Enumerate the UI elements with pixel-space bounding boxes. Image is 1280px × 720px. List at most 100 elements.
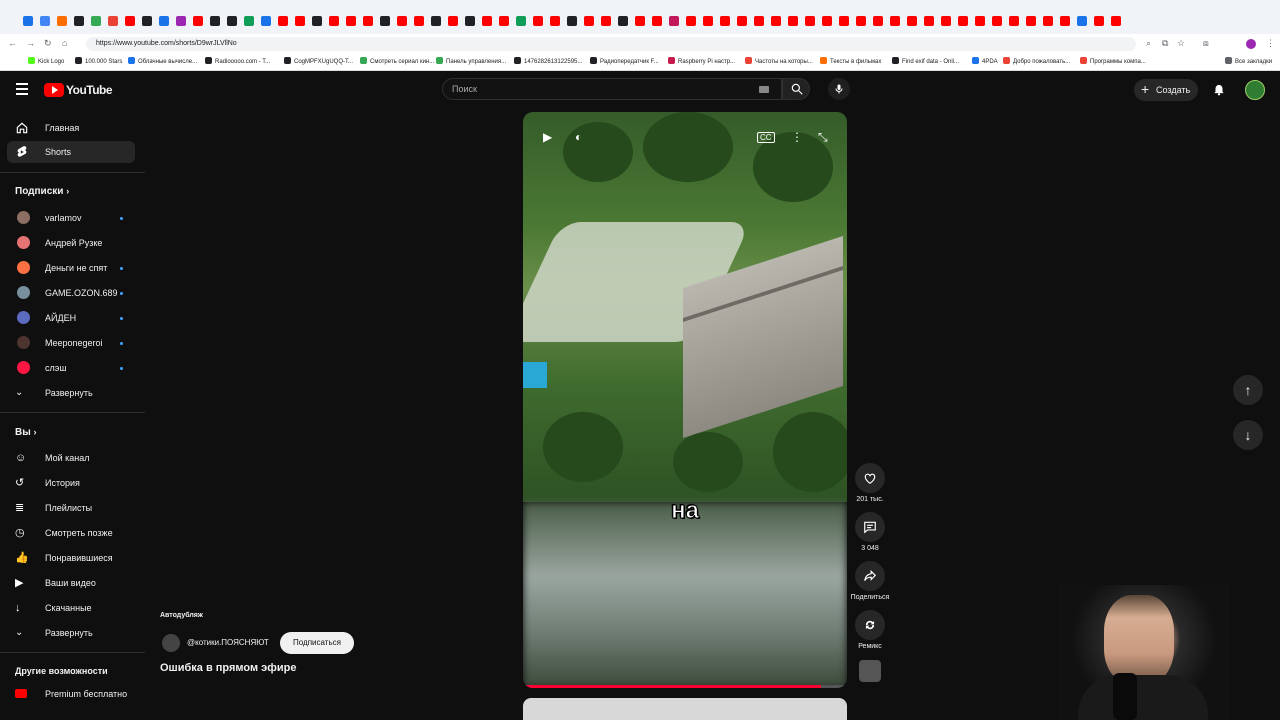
- extensions-icon[interactable]: ⧈: [1203, 38, 1209, 49]
- browser-tab-favicon[interactable]: [788, 16, 798, 26]
- youtube-logo[interactable]: YouTube: [44, 83, 113, 97]
- create-button[interactable]: + Создать: [1134, 79, 1198, 101]
- install-icon[interactable]: ⧉: [1162, 38, 1168, 49]
- browser-tab-favicon[interactable]: [992, 16, 1002, 26]
- fullscreen-icon[interactable]: ⤡: [818, 130, 828, 145]
- channel-name[interactable]: @котики.ПОЯСНЯЮТ: [187, 638, 269, 647]
- star-icon[interactable]: ☆: [1177, 38, 1185, 49]
- browser-tab-favicon[interactable]: [941, 16, 951, 26]
- browser-tab-favicon[interactable]: [1094, 16, 1104, 26]
- browser-tab-favicon[interactable]: [720, 16, 730, 26]
- sidebar-item-downloads[interactable]: ↓ Скачанные: [7, 597, 135, 619]
- browser-tab-favicon[interactable]: [431, 16, 441, 26]
- browser-tab-favicon[interactable]: [142, 16, 152, 26]
- next-short-preview[interactable]: [523, 698, 847, 720]
- browser-tab-favicon[interactable]: [516, 16, 526, 26]
- browser-tab-favicon[interactable]: [40, 16, 50, 26]
- browser-tab-favicon[interactable]: [601, 16, 611, 26]
- browser-tab-favicon[interactable]: [74, 16, 84, 26]
- browser-tab-favicon[interactable]: [295, 16, 305, 26]
- short-video-player[interactable]: на ▶ ◐ CC ⋮ ⤡: [523, 112, 847, 688]
- sidebar-expand-subs[interactable]: ⌄ Развернуть: [7, 382, 135, 404]
- sidebar-item-subscription[interactable]: Meeponegeroi: [7, 332, 135, 354]
- browser-tab-favicon[interactable]: [448, 16, 458, 26]
- browser-tab-favicon[interactable]: [958, 16, 968, 26]
- browser-tab-favicon[interactable]: [482, 16, 492, 26]
- browser-tab-favicon[interactable]: [686, 16, 696, 26]
- browser-tab-favicon[interactable]: [278, 16, 288, 26]
- browser-tab-favicon[interactable]: [159, 16, 169, 26]
- comments-button[interactable]: 3 048: [850, 512, 890, 552]
- bookmark-item[interactable]: Find exif data - Onli...: [892, 57, 959, 65]
- browser-tab-favicon[interactable]: [839, 16, 849, 26]
- browser-tab-favicon[interactable]: [397, 16, 407, 26]
- sidebar-expand-you[interactable]: ⌄ Развернуть: [7, 622, 135, 644]
- hamburger-menu-icon[interactable]: [16, 83, 28, 98]
- browser-tab-favicon[interactable]: [346, 16, 356, 26]
- browser-tab-favicon[interactable]: [261, 16, 271, 26]
- browser-tab-favicon[interactable]: [210, 16, 220, 26]
- short-title[interactable]: Ошибка в прямом эфире: [160, 662, 296, 674]
- sidebar-item-subscription[interactable]: GAME.OZON.689: [7, 282, 135, 304]
- sidebar-item-shorts[interactable]: Shorts: [7, 141, 135, 163]
- browser-tab-favicon[interactable]: [465, 16, 475, 26]
- you-header[interactable]: Вы ›: [15, 427, 37, 438]
- bookmark-item[interactable]: Kick Logo: [28, 57, 64, 65]
- bookmark-item[interactable]: Облачные вычисле...: [128, 57, 197, 65]
- browser-tab-favicon[interactable]: [1009, 16, 1019, 26]
- sidebar-item-subscription[interactable]: АЙДЕН: [7, 307, 135, 329]
- home-browser-icon[interactable]: ⌂: [62, 38, 67, 48]
- bookmark-item[interactable]: Программы компа...: [1080, 57, 1146, 65]
- subscribe-button[interactable]: Подписаться: [280, 632, 354, 654]
- browser-tab-favicon[interactable]: [618, 16, 628, 26]
- browser-tab-favicon[interactable]: [499, 16, 509, 26]
- browser-tab-favicon[interactable]: [244, 16, 254, 26]
- bookmark-item[interactable]: Частоты на которы...: [745, 57, 813, 65]
- browser-menu-icon[interactable]: ⋮: [1266, 38, 1275, 49]
- browser-tab-favicon[interactable]: [57, 16, 67, 26]
- browser-tab-favicon[interactable]: [108, 16, 118, 26]
- browser-tab-favicon[interactable]: [1077, 16, 1087, 26]
- sidebar-item-your-videos[interactable]: ▶ Ваши видео: [7, 572, 135, 594]
- back-icon[interactable]: ←: [8, 38, 17, 48]
- sidebar-item-channel[interactable]: ☺ Мой канал: [7, 447, 135, 469]
- bookmark-item[interactable]: Панель управления...: [436, 57, 506, 65]
- browser-tab-favicon[interactable]: [737, 16, 747, 26]
- browser-tab-favicon[interactable]: [890, 16, 900, 26]
- browser-tab-favicon[interactable]: [312, 16, 322, 26]
- bookmark-item[interactable]: Все закладки: [1225, 57, 1272, 65]
- bookmark-item[interactable]: 100.000 Stars: [75, 57, 122, 65]
- zoom-icon[interactable]: ⌕: [1146, 38, 1151, 49]
- sidebar-item-like[interactable]: 👍 Понравившиеся: [7, 547, 135, 569]
- browser-tab-favicon[interactable]: [380, 16, 390, 26]
- browser-tab-favicon[interactable]: [23, 16, 33, 26]
- browser-tab-favicon[interactable]: [771, 16, 781, 26]
- browser-tab-favicon[interactable]: [669, 16, 679, 26]
- browser-tab-favicon[interactable]: [1026, 16, 1036, 26]
- voice-search-button[interactable]: [828, 78, 850, 100]
- volume-icon[interactable]: ◐: [575, 130, 582, 144]
- browser-tab-favicon[interactable]: [533, 16, 543, 26]
- like-button[interactable]: 201 тыс.: [850, 463, 890, 503]
- browser-tab-favicon[interactable]: [754, 16, 764, 26]
- browser-tab-favicon[interactable]: [329, 16, 339, 26]
- channel-thumbnail[interactable]: [859, 660, 881, 682]
- bookmark-item[interactable]: CogMPFXUgUQQ-T...: [284, 57, 353, 65]
- bookmark-item[interactable]: Radiooooo.com - T...: [205, 57, 270, 65]
- bookmark-item[interactable]: Радиопередатчик F...: [590, 57, 659, 65]
- notifications-bell-icon[interactable]: [1212, 81, 1226, 97]
- browser-tab-favicon[interactable]: [125, 16, 135, 26]
- sidebar-item-subscription[interactable]: слэш: [7, 357, 135, 379]
- forward-icon[interactable]: →: [26, 38, 35, 48]
- bookmark-item[interactable]: 4PDA: [972, 57, 998, 65]
- browser-tab-favicon[interactable]: [414, 16, 424, 26]
- sidebar-item-playlists[interactable]: ≣ Плейлисты: [7, 497, 135, 519]
- bookmark-item[interactable]: 1476282613122595...: [514, 57, 582, 65]
- browser-tab-favicon[interactable]: [1043, 16, 1053, 26]
- browser-tab-favicon[interactable]: [924, 16, 934, 26]
- browser-tab-favicon[interactable]: [635, 16, 645, 26]
- browser-tab-favicon[interactable]: [176, 16, 186, 26]
- browser-tab-favicon[interactable]: [584, 16, 594, 26]
- sidebar-item-subscription[interactable]: Андрей Рузке: [7, 232, 135, 254]
- reload-icon[interactable]: ↻: [44, 38, 52, 49]
